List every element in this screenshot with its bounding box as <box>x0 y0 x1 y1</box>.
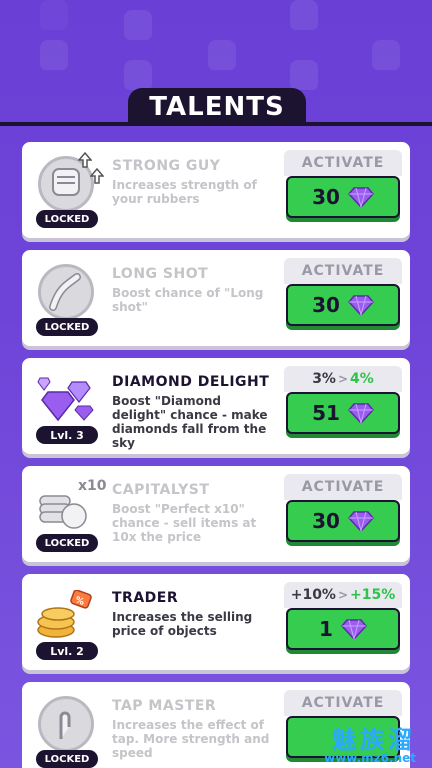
talent-description: Increases the selling price of objects <box>112 610 253 638</box>
level-badge: Lvl. 2 <box>36 642 98 660</box>
upgrade-button[interactable]: 1 <box>286 608 400 650</box>
watermark-url: www.mz6.net <box>324 751 416 765</box>
gem-icon <box>347 295 374 316</box>
talent-action-panel: 3% > 4% 51 <box>284 366 402 446</box>
talent-description: Boost "Diamond delight" chance - make di… <box>112 394 268 450</box>
talent-card-trader: % Lvl. 2 TRADER Increases the selling pr… <box>22 574 410 670</box>
current-value: 3% <box>312 371 336 387</box>
talent-icon-area: Lvl. 3 <box>34 368 100 444</box>
talent-card-long-shot: LOCKED LONG SHOT Boost chance of "Long s… <box>22 250 410 346</box>
talent-title: TAP MASTER <box>112 698 217 714</box>
activate-label: ACTIVATE <box>284 690 402 716</box>
page-title: TALENTS <box>149 92 285 122</box>
header-tab: TALENTS <box>128 88 306 126</box>
upgrade-values: 3% > 4% <box>284 366 402 392</box>
locked-badge: LOCKED <box>36 750 98 768</box>
gem-icon <box>340 619 367 640</box>
talent-description: Boost "Perfect x10" chance - sell items … <box>112 502 257 544</box>
talent-title: DIAMOND DELIGHT <box>112 374 270 390</box>
diamonds-icon <box>37 377 94 422</box>
talent-title: TRADER <box>112 590 179 606</box>
price: 51 <box>312 401 340 425</box>
talent-title: LONG SHOT <box>112 266 209 282</box>
price: 30 <box>312 185 340 209</box>
gem-icon <box>347 187 374 208</box>
header: TALENTS <box>0 88 432 128</box>
multiplier-label: x10 <box>78 478 107 494</box>
upgrade-arrow-icon <box>90 168 104 184</box>
activate-label: ACTIVATE <box>284 258 402 284</box>
price: 30 <box>312 509 340 533</box>
gem-icon <box>347 403 374 424</box>
talent-icon-area: LOCKED <box>34 152 104 228</box>
talent-icon-area: x10 LOCKED <box>34 476 107 552</box>
upgrade-values: +10% > +15% <box>284 582 402 608</box>
arrow-right-icon: > <box>337 588 349 602</box>
activate-label: ACTIVATE <box>284 150 402 176</box>
locked-badge: LOCKED <box>36 210 98 228</box>
arrow-right-icon: > <box>337 372 349 386</box>
gem-icon <box>347 511 374 532</box>
talent-action-panel: ACTIVATE 30 <box>284 474 402 554</box>
tap-hand-icon <box>38 696 94 752</box>
long-arm-icon <box>38 264 94 320</box>
talent-icon-area: % Lvl. 2 <box>34 584 100 660</box>
activate-label: ACTIVATE <box>284 474 402 500</box>
activate-button[interactable]: 30 <box>286 284 400 326</box>
level-badge: Lvl. 3 <box>36 426 98 444</box>
next-value: 4% <box>350 371 374 387</box>
talent-icon-area: LOCKED <box>34 692 100 768</box>
watermark: 魅族溜 www.mz6.net <box>324 728 416 764</box>
price: 30 <box>312 293 340 317</box>
upgrade-arrow-icon <box>78 152 92 168</box>
gold-coins-icon: % <box>37 590 92 638</box>
talent-card-capitalyst: x10 LOCKED CAPITALYST Boost "Perfect x10… <box>22 466 410 562</box>
activate-button[interactable]: 30 <box>286 500 400 542</box>
current-value: +10% <box>290 587 336 603</box>
talent-icon-area: LOCKED <box>34 260 100 336</box>
talent-title: CAPITALYST <box>112 482 210 498</box>
talent-title: STRONG GUY <box>112 158 221 174</box>
talent-action-panel: ACTIVATE 30 <box>284 258 402 338</box>
talent-description: Boost chance of "Long shot" <box>112 286 264 314</box>
price: 1 <box>319 617 333 641</box>
talent-card-strong-guy: LOCKED STRONG GUY Increases strength of … <box>22 142 410 238</box>
talent-action-panel: +10% > +15% 1 <box>284 582 402 662</box>
talent-card-diamond-delight: Lvl. 3 DIAMOND DELIGHT Boost "Diamond de… <box>22 358 410 454</box>
next-value: +15% <box>350 587 396 603</box>
activate-button[interactable]: 30 <box>286 176 400 218</box>
locked-badge: LOCKED <box>36 318 98 336</box>
upgrade-button[interactable]: 51 <box>286 392 400 434</box>
watermark-text: 魅族溜 <box>332 726 416 754</box>
locked-badge: LOCKED <box>36 534 98 552</box>
talent-description: Increases strength of your rubbers <box>112 178 257 206</box>
talent-action-panel: ACTIVATE 30 <box>284 150 402 230</box>
talent-description: Increases the effect of tap. More streng… <box>112 718 270 760</box>
